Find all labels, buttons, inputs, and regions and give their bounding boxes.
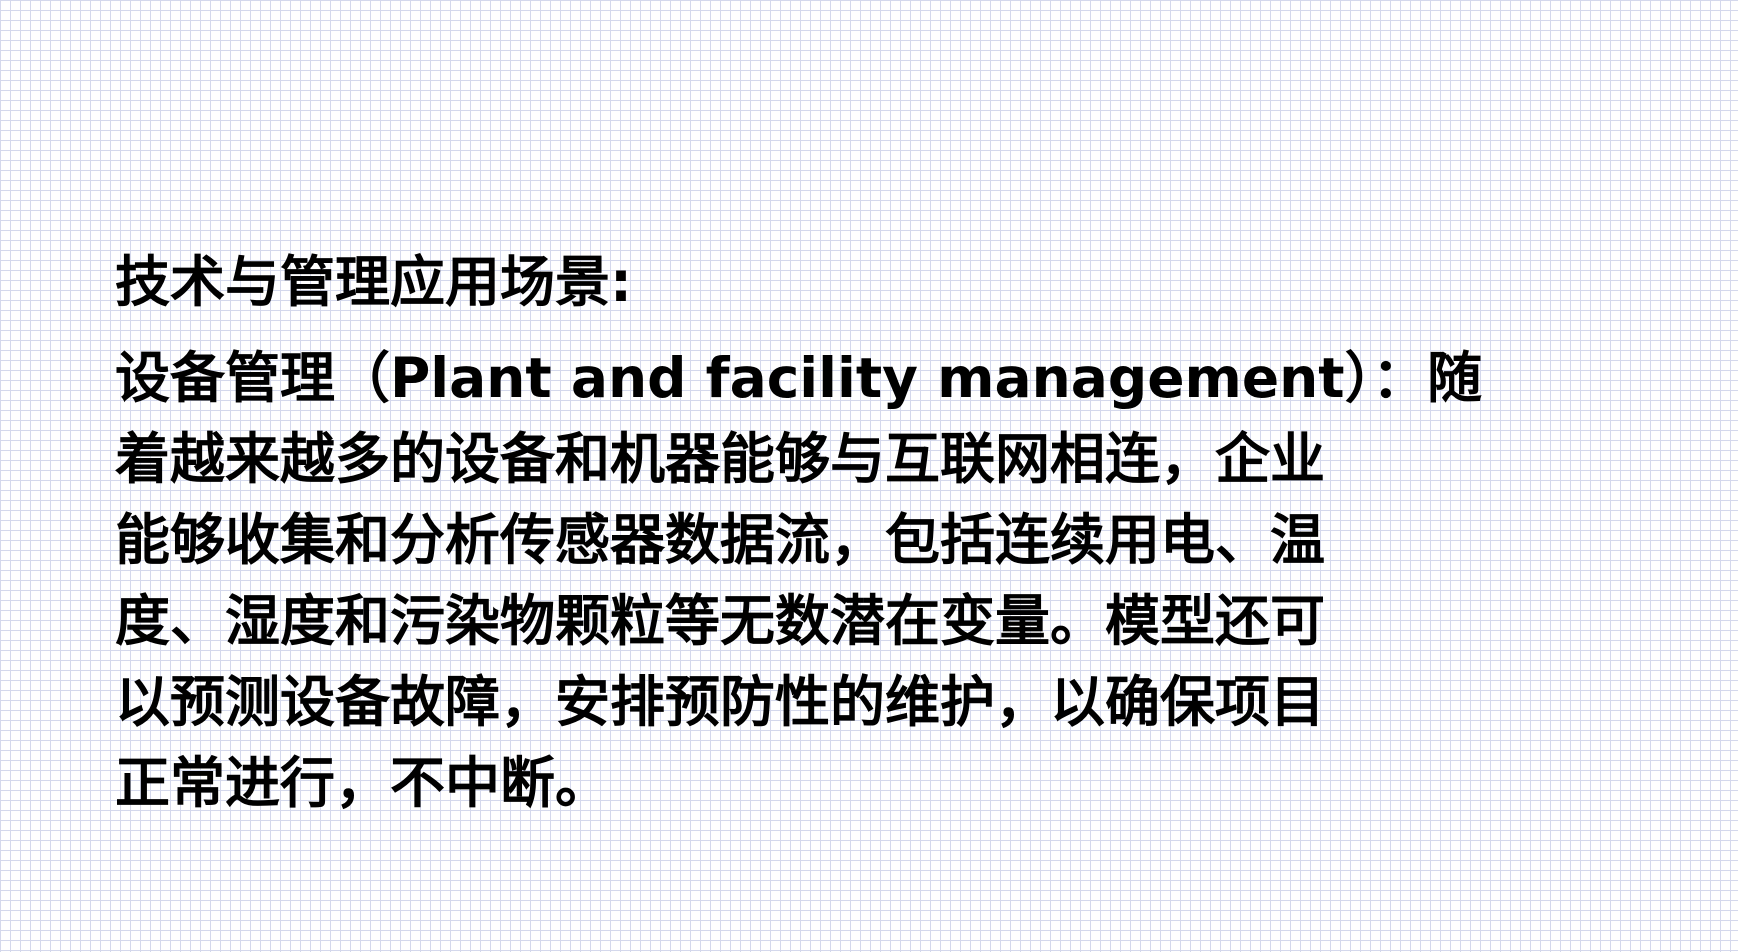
paragraph-line: 度、湿度和污染物颗粒等无数潜在变量。模型还可 xyxy=(115,589,1326,653)
section-heading: 技术与管理应用场景: xyxy=(115,250,632,314)
paragraph-line: 能够收集和分析传感器数据流，包括连续用电、温 xyxy=(115,508,1326,572)
paragraph-line: 着越来越多的设备和机器能够与互联网相连，企业 xyxy=(115,427,1326,491)
paragraph-line: 设备管理（Plant and facility management）：随 xyxy=(115,346,1483,410)
body-paragraph: 设备管理（Plant and facility management）：随 着越… xyxy=(115,338,1615,824)
paragraph-line: 正常进行，不中断。 xyxy=(115,751,611,815)
paragraph-line: 以预测设备故障，安排预防性的维护，以确保项目 xyxy=(115,670,1326,734)
slide: 技术与管理应用场景: 设备管理（Plant and facility manag… xyxy=(0,0,1738,952)
slide-content: 技术与管理应用场景: 设备管理（Plant and facility manag… xyxy=(115,248,1615,824)
